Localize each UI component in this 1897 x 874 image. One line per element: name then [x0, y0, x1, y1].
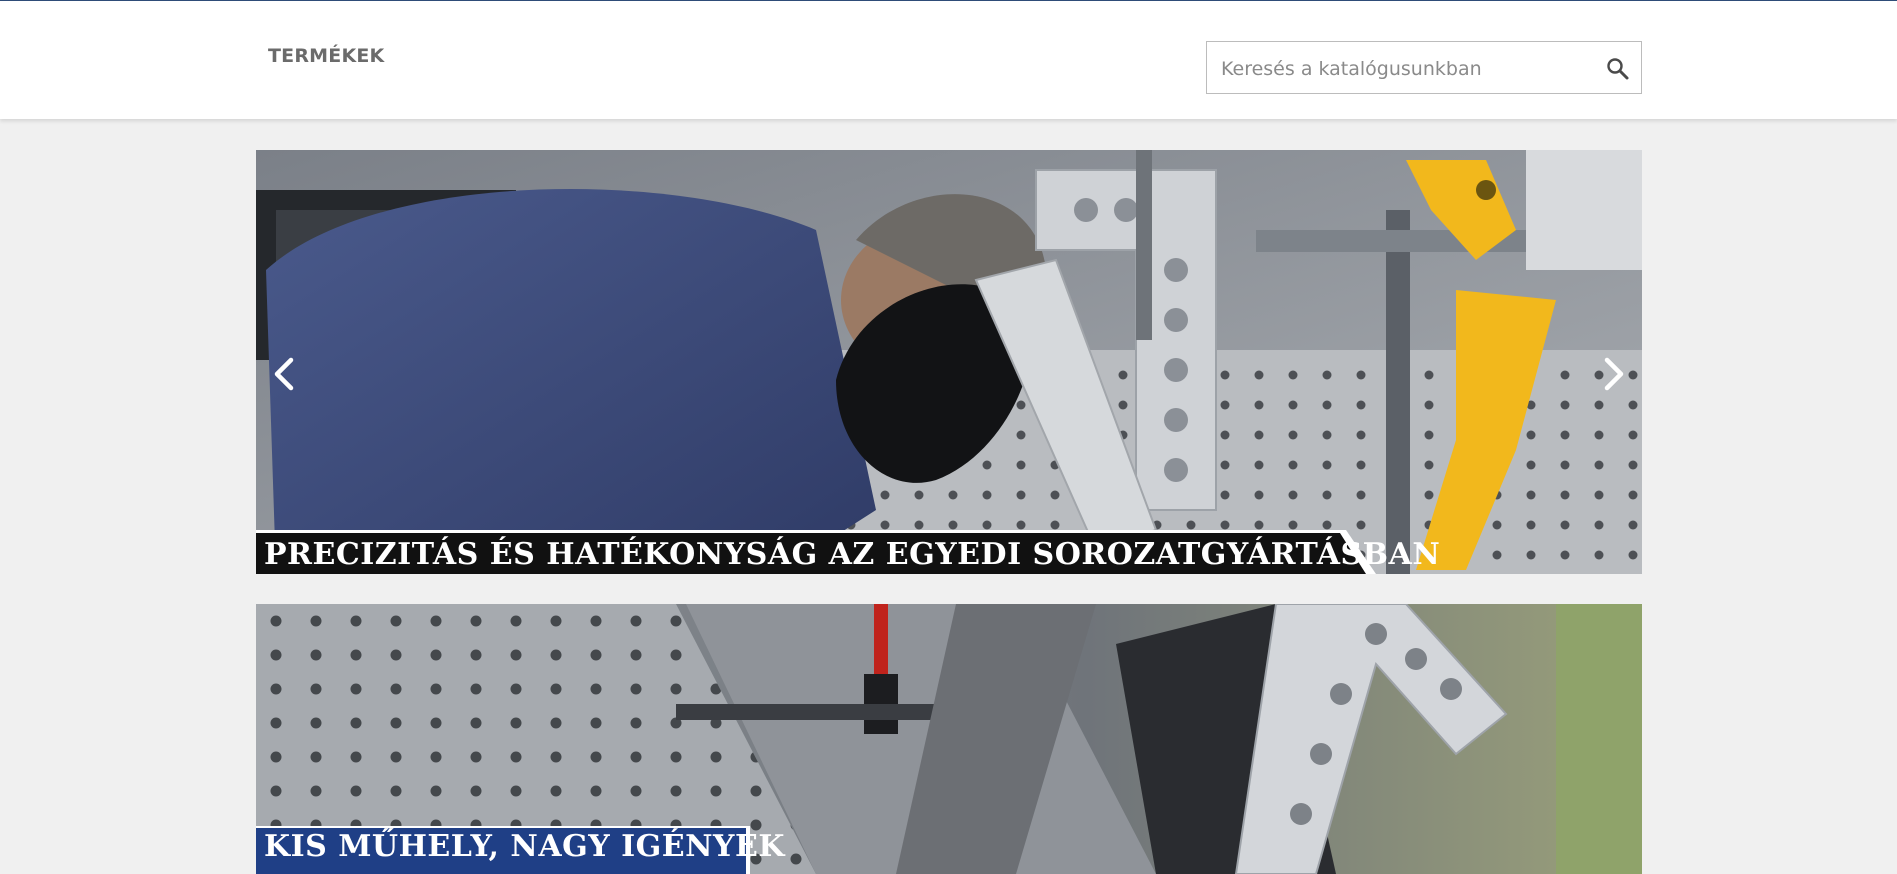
promo-banner[interactable]: KIS MŰHELY, NAGY IGÉNYEK [256, 604, 1642, 874]
hero-carousel: PRECIZITÁS ÉS HATÉKONYSÁG AZ EGYEDI SORO… [256, 150, 1642, 574]
site-header: TERMÉKEK [0, 1, 1897, 119]
search-icon[interactable] [1605, 56, 1631, 82]
chevron-right-icon [1604, 357, 1624, 391]
carousel-next-button[interactable] [1594, 350, 1634, 398]
search-input[interactable] [1219, 42, 1603, 95]
chevron-left-icon [274, 357, 294, 391]
slide-caption: PRECIZITÁS ÉS HATÉKONYSÁG AZ EGYEDI SORO… [264, 537, 1441, 572]
search-box [1206, 41, 1642, 95]
nav-item-products[interactable]: TERMÉKEK [268, 45, 384, 67]
welding-photo [256, 150, 1642, 574]
carousel-prev-button[interactable] [264, 350, 304, 398]
banner-caption: KIS MŰHELY, NAGY IGÉNYEK [264, 829, 785, 864]
